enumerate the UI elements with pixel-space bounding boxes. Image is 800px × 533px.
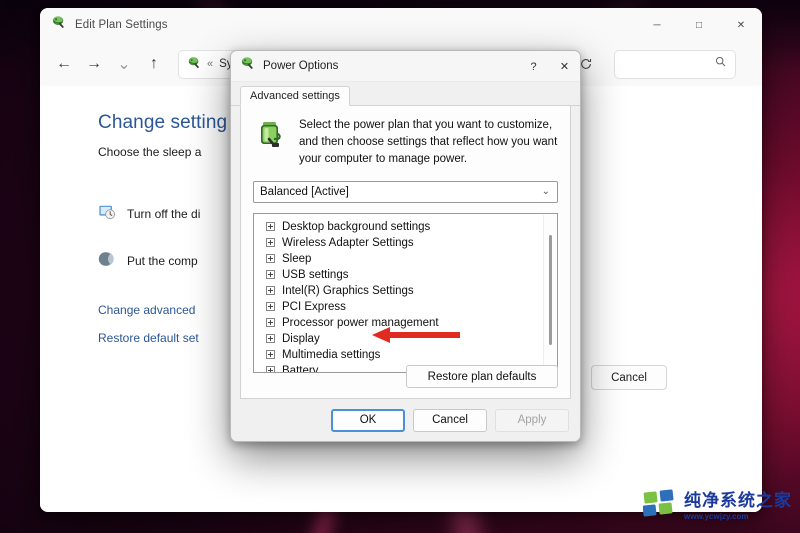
power-dialog-title: Power Options — [263, 60, 339, 72]
watermark-url: www.ycwjzy.com — [684, 511, 749, 521]
setting-label-sleep: Put the comp — [127, 253, 198, 268]
tree-item[interactable]: Desktop background settings — [254, 219, 557, 235]
squares-logo — [642, 488, 677, 525]
expand-plus-icon[interactable] — [266, 238, 275, 248]
power-plan-icon — [240, 56, 255, 76]
watermark: 纯净系统之家 www.ycwjzy.com — [642, 488, 792, 525]
ok-button[interactable]: OK — [331, 408, 405, 432]
power-dialog-window-controls: ? ✕ — [518, 51, 580, 82]
expand-plus-icon[interactable] — [266, 270, 275, 280]
back-button[interactable]: ← — [50, 50, 78, 78]
scrollbar-thumb[interactable] — [549, 234, 552, 345]
tree-item-label: PCI Express — [282, 300, 346, 313]
power-plan-select[interactable]: Balanced [Active] ⌄ — [253, 180, 558, 203]
tree-item[interactable]: Wireless Adapter Settings — [254, 235, 557, 251]
sleep-icon — [98, 250, 116, 271]
watermark-name: 纯净系统之家 — [684, 490, 792, 511]
expand-plus-icon[interactable] — [266, 222, 275, 232]
close-button[interactable]: ✕ — [720, 8, 762, 42]
battery-icon — [253, 117, 287, 156]
window-controls: ─ □ ✕ — [636, 8, 762, 42]
recent-locations-button[interactable]: ⌄ — [110, 50, 138, 78]
display-off-icon — [98, 203, 116, 224]
settings-list-scrollbar[interactable] — [543, 214, 556, 371]
tree-item-label: Multimedia settings — [282, 348, 381, 361]
tree-item-label: Display — [282, 332, 320, 345]
main-window-titlebar: Edit Plan Settings ─ □ ✕ — [40, 8, 762, 42]
tree-item[interactable]: Sleep — [254, 251, 557, 267]
power-dialog-tabstrip: Advanced settings — [231, 82, 580, 106]
address-bar-icon — [187, 56, 201, 73]
expand-plus-icon[interactable] — [266, 286, 275, 296]
tree-item[interactable]: USB settings — [254, 267, 557, 283]
chevron-down-icon: ⌄ — [541, 186, 550, 198]
power-plan-icon — [51, 15, 66, 35]
main-window-title: Edit Plan Settings — [75, 19, 168, 31]
expand-plus-icon[interactable] — [266, 302, 275, 312]
search-icon — [714, 55, 727, 73]
power-dialog-body: Select the power plan that you want to c… — [240, 106, 571, 399]
expand-plus-icon[interactable] — [266, 350, 275, 360]
expand-plus-icon[interactable] — [266, 366, 275, 372]
power-dialog-footer: OK Cancel Apply — [231, 399, 580, 441]
tree-item[interactable]: Multimedia settings — [254, 347, 557, 363]
expand-plus-icon[interactable] — [266, 254, 275, 264]
watermark-text: 纯净系统之家 www.ycwjzy.com — [684, 490, 792, 521]
search-input[interactable] — [614, 49, 736, 79]
power-plan-selected-value: Balanced [Active] — [260, 185, 349, 198]
up-button[interactable]: ↑ — [140, 50, 168, 78]
forward-button[interactable]: → — [80, 50, 108, 78]
power-dialog-intro-text: Select the power plan that you want to c… — [299, 119, 558, 165]
cancel-button[interactable]: Cancel — [413, 408, 487, 432]
help-button[interactable]: ? — [518, 51, 549, 82]
tree-item-label: Processor power management — [282, 316, 439, 329]
apply-button[interactable]: Apply — [495, 408, 569, 432]
tree-item-label: Wireless Adapter Settings — [282, 236, 414, 249]
tree-item[interactable]: PCI Express — [254, 299, 557, 315]
tree-item-label: Sleep — [282, 252, 312, 265]
minimize-button[interactable]: ─ — [636, 8, 678, 42]
maximize-button[interactable]: □ — [678, 8, 720, 42]
breadcrumb-overflow-icon[interactable]: « — [207, 58, 213, 70]
tree-item-label: USB settings — [282, 268, 349, 281]
tree-item[interactable]: Intel(R) Graphics Settings — [254, 283, 557, 299]
setting-label-display-off: Turn off the di — [127, 206, 201, 221]
advanced-settings-tree[interactable]: Desktop background settings Wireless Adap… — [253, 212, 558, 373]
power-options-dialog: Power Options ? ✕ Advanced settings Sele — [230, 50, 581, 442]
power-dialog-titlebar: Power Options ? ✕ — [231, 51, 580, 82]
restore-plan-defaults-button[interactable]: Restore plan defaults — [406, 365, 558, 388]
power-dialog-intro: Select the power plan that you want to c… — [253, 117, 558, 168]
tree-item[interactable]: Display — [254, 331, 557, 347]
background-cancel-button[interactable]: Cancel — [591, 365, 667, 390]
tree-item-label: Intel(R) Graphics Settings — [282, 284, 414, 297]
tree-item-label: Battery — [282, 364, 319, 373]
expand-plus-icon[interactable] — [266, 334, 275, 344]
expand-plus-icon[interactable] — [266, 318, 275, 328]
tab-advanced-settings[interactable]: Advanced settings — [240, 86, 350, 106]
tree-item[interactable]: Processor power management — [254, 315, 557, 331]
tree-item-label: Desktop background settings — [282, 220, 431, 233]
close-icon[interactable]: ✕ — [549, 51, 580, 82]
